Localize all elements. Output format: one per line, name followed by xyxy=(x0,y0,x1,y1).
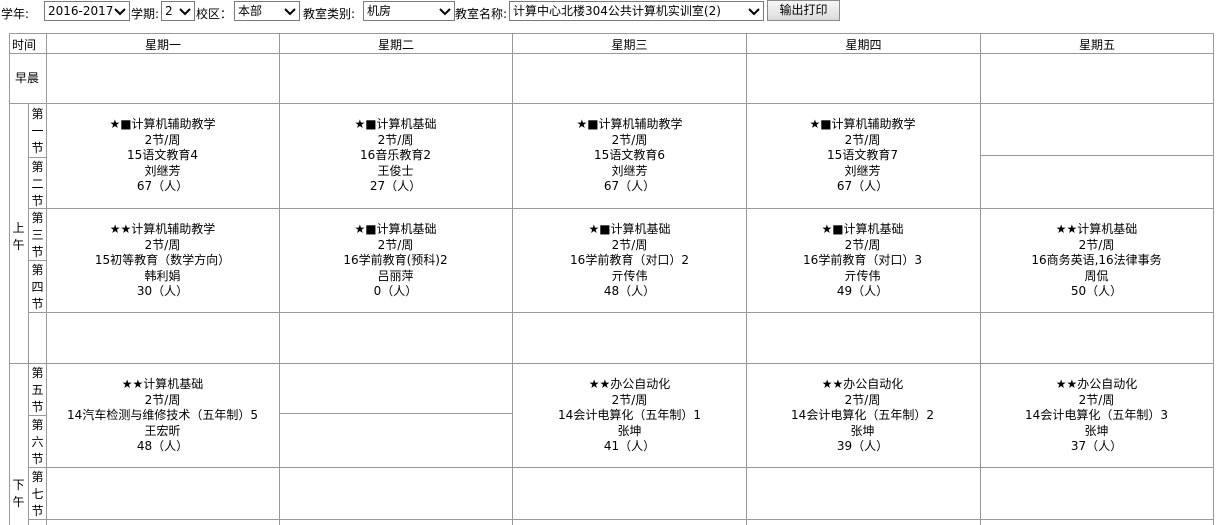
course-class: 16学前教育（对口）3 xyxy=(803,253,922,267)
course-name: ★■计算机基础 xyxy=(354,117,437,131)
course-name: ★■计算机基础 xyxy=(821,222,904,236)
course-name: ★★计算机辅助教学 xyxy=(109,222,216,236)
course-cell[interactable]: ★■计算机辅助教学 2节/周 15语文教育7 刘继芳 67（人） xyxy=(746,117,979,195)
course-teacher: 张坤 xyxy=(1084,423,1109,438)
period-label: 第六节 xyxy=(31,418,44,466)
course-class: 15语文教育7 xyxy=(827,148,898,162)
course-cell[interactable]: ★★计算机基础 2节/周 14汽车检测与维修技术（五年制）5 王宏昕 48（人） xyxy=(46,377,279,455)
course-cell[interactable]: ★★办公自动化 2节/周 14会计电算化（五年制）3 张坤 37（人） xyxy=(980,377,1213,455)
timetable-grid: 时间 星期一 星期二 星期三 星期四 星期五 早晨 上午 下午 第一节 第二节 … xyxy=(0,0,1221,525)
period-label: 第一节 xyxy=(31,107,44,155)
course-name: ★■计算机辅助教学 xyxy=(809,117,916,131)
course-count: 48（人） xyxy=(603,284,656,298)
course-class: 14会计电算化（五年制）2 xyxy=(791,408,934,422)
course-name: ★■计算机辅助教学 xyxy=(576,117,683,131)
course-teacher: 刘继芳 xyxy=(611,163,648,178)
day-header: 星期一 xyxy=(144,38,181,52)
course-count: 49（人） xyxy=(836,284,889,298)
course-teacher: 吕丽萍 xyxy=(377,268,414,283)
course-count: 27（人） xyxy=(369,179,422,193)
day-header: 星期五 xyxy=(1078,38,1115,52)
course-teacher: 刘继芳 xyxy=(144,163,181,178)
course-count: 37（人） xyxy=(1070,439,1123,453)
am-label: 上午 xyxy=(12,221,25,252)
period-label: 第五节 xyxy=(31,366,44,414)
course-class: 14汽车检测与维修技术（五年制）5 xyxy=(67,408,258,422)
course-teacher: 张坤 xyxy=(617,423,642,438)
course-hours: 2节/周 xyxy=(144,237,181,252)
course-hours: 2节/周 xyxy=(611,237,648,252)
time-header: 时间 xyxy=(12,38,37,52)
course-hours: 2节/周 xyxy=(144,392,181,407)
course-count: 67（人） xyxy=(836,179,889,193)
course-name: ★★办公自动化 xyxy=(821,377,904,391)
course-count: 0（人） xyxy=(373,284,418,298)
period-label: 第三节 xyxy=(31,211,44,259)
morning-early-label: 早晨 xyxy=(14,71,39,85)
course-teacher: 张坤 xyxy=(850,423,875,438)
course-hours: 2节/周 xyxy=(844,392,881,407)
course-class: 15初等教育（数学方向） xyxy=(94,253,231,267)
course-class: 14会计电算化（五年制）3 xyxy=(1025,408,1168,422)
course-name: ★■计算机基础 xyxy=(354,222,437,236)
course-hours: 2节/周 xyxy=(1078,237,1115,252)
course-hours: 2节/周 xyxy=(611,132,648,147)
course-count: 48（人） xyxy=(136,439,189,453)
course-class: 14会计电算化（五年制）1 xyxy=(558,408,701,422)
course-cell[interactable]: ★■计算机基础 2节/周 16音乐教育2 王俊士 27（人） xyxy=(279,117,512,195)
course-cell[interactable]: ★★办公自动化 2节/周 14会计电算化（五年制）2 张坤 39（人） xyxy=(746,377,979,455)
course-count: 50（人） xyxy=(1070,284,1123,298)
course-hours: 2节/周 xyxy=(377,237,414,252)
course-class: 15语文教育4 xyxy=(127,148,198,162)
course-cell[interactable]: ★★办公自动化 2节/周 14会计电算化（五年制）1 张坤 41（人） xyxy=(513,377,746,455)
course-name: ★■计算机辅助教学 xyxy=(109,117,216,131)
course-teacher: 王宏昕 xyxy=(144,423,181,438)
course-hours: 2节/周 xyxy=(377,132,414,147)
course-count: 67（人） xyxy=(603,179,656,193)
course-name: ★★办公自动化 xyxy=(1055,377,1138,391)
period-label: 第四节 xyxy=(31,263,44,311)
course-count: 30（人） xyxy=(136,284,189,298)
course-name: ★★办公自动化 xyxy=(588,377,671,391)
course-teacher: 亓传伟 xyxy=(611,268,648,283)
course-count: 41（人） xyxy=(603,439,656,453)
course-count: 67（人） xyxy=(136,179,189,193)
course-name: ★★计算机基础 xyxy=(121,377,204,391)
course-class: 16商务英语,16法律事务 xyxy=(1031,253,1162,267)
course-hours: 2节/周 xyxy=(844,237,881,252)
course-class: 16学前教育(预科)2 xyxy=(343,253,448,267)
period-label: 第二节 xyxy=(31,160,44,208)
course-cell[interactable]: ★★计算机辅助教学 2节/周 15初等教育（数学方向） 韩利娟 30（人） xyxy=(46,222,279,300)
pm-label: 下午 xyxy=(12,478,25,509)
course-cell[interactable]: ★■计算机辅助教学 2节/周 15语文教育4 刘继芳 67（人） xyxy=(46,117,279,195)
course-cell[interactable]: ★■计算机基础 2节/周 16学前教育（对口）3 亓传伟 49（人） xyxy=(746,222,979,300)
course-name: ★★计算机基础 xyxy=(1055,222,1138,236)
day-header: 星期三 xyxy=(611,38,648,52)
course-class: 16音乐教育2 xyxy=(360,148,431,162)
course-class: 15语文教育6 xyxy=(594,148,665,162)
course-teacher: 王俊士 xyxy=(377,163,414,178)
course-hours: 2节/周 xyxy=(611,392,648,407)
course-teacher: 刘继芳 xyxy=(844,163,881,178)
course-teacher: 亓传伟 xyxy=(844,268,881,283)
course-cell[interactable]: ★★计算机基础 2节/周 16商务英语,16法律事务 周侃 50（人） xyxy=(980,222,1213,300)
course-hours: 2节/周 xyxy=(844,132,881,147)
course-hours: 2节/周 xyxy=(1078,392,1115,407)
course-class: 16学前教育（对口）2 xyxy=(570,253,689,267)
course-name: ★■计算机基础 xyxy=(588,222,671,236)
course-teacher: 韩利娟 xyxy=(144,268,181,283)
course-teacher: 周侃 xyxy=(1084,268,1109,283)
period-label: 第七节 xyxy=(31,470,44,518)
course-cell[interactable]: ★■计算机辅助教学 2节/周 15语文教育6 刘继芳 67（人） xyxy=(513,117,746,195)
course-cell[interactable]: ★■计算机基础 2节/周 16学前教育(预科)2 吕丽萍 0（人） xyxy=(279,222,512,300)
course-cell[interactable]: ★■计算机基础 2节/周 16学前教育（对口）2 亓传伟 48（人） xyxy=(513,222,746,300)
day-header: 星期二 xyxy=(377,38,414,52)
day-header: 星期四 xyxy=(845,38,882,52)
course-hours: 2节/周 xyxy=(144,132,181,147)
course-count: 39（人） xyxy=(836,439,889,453)
